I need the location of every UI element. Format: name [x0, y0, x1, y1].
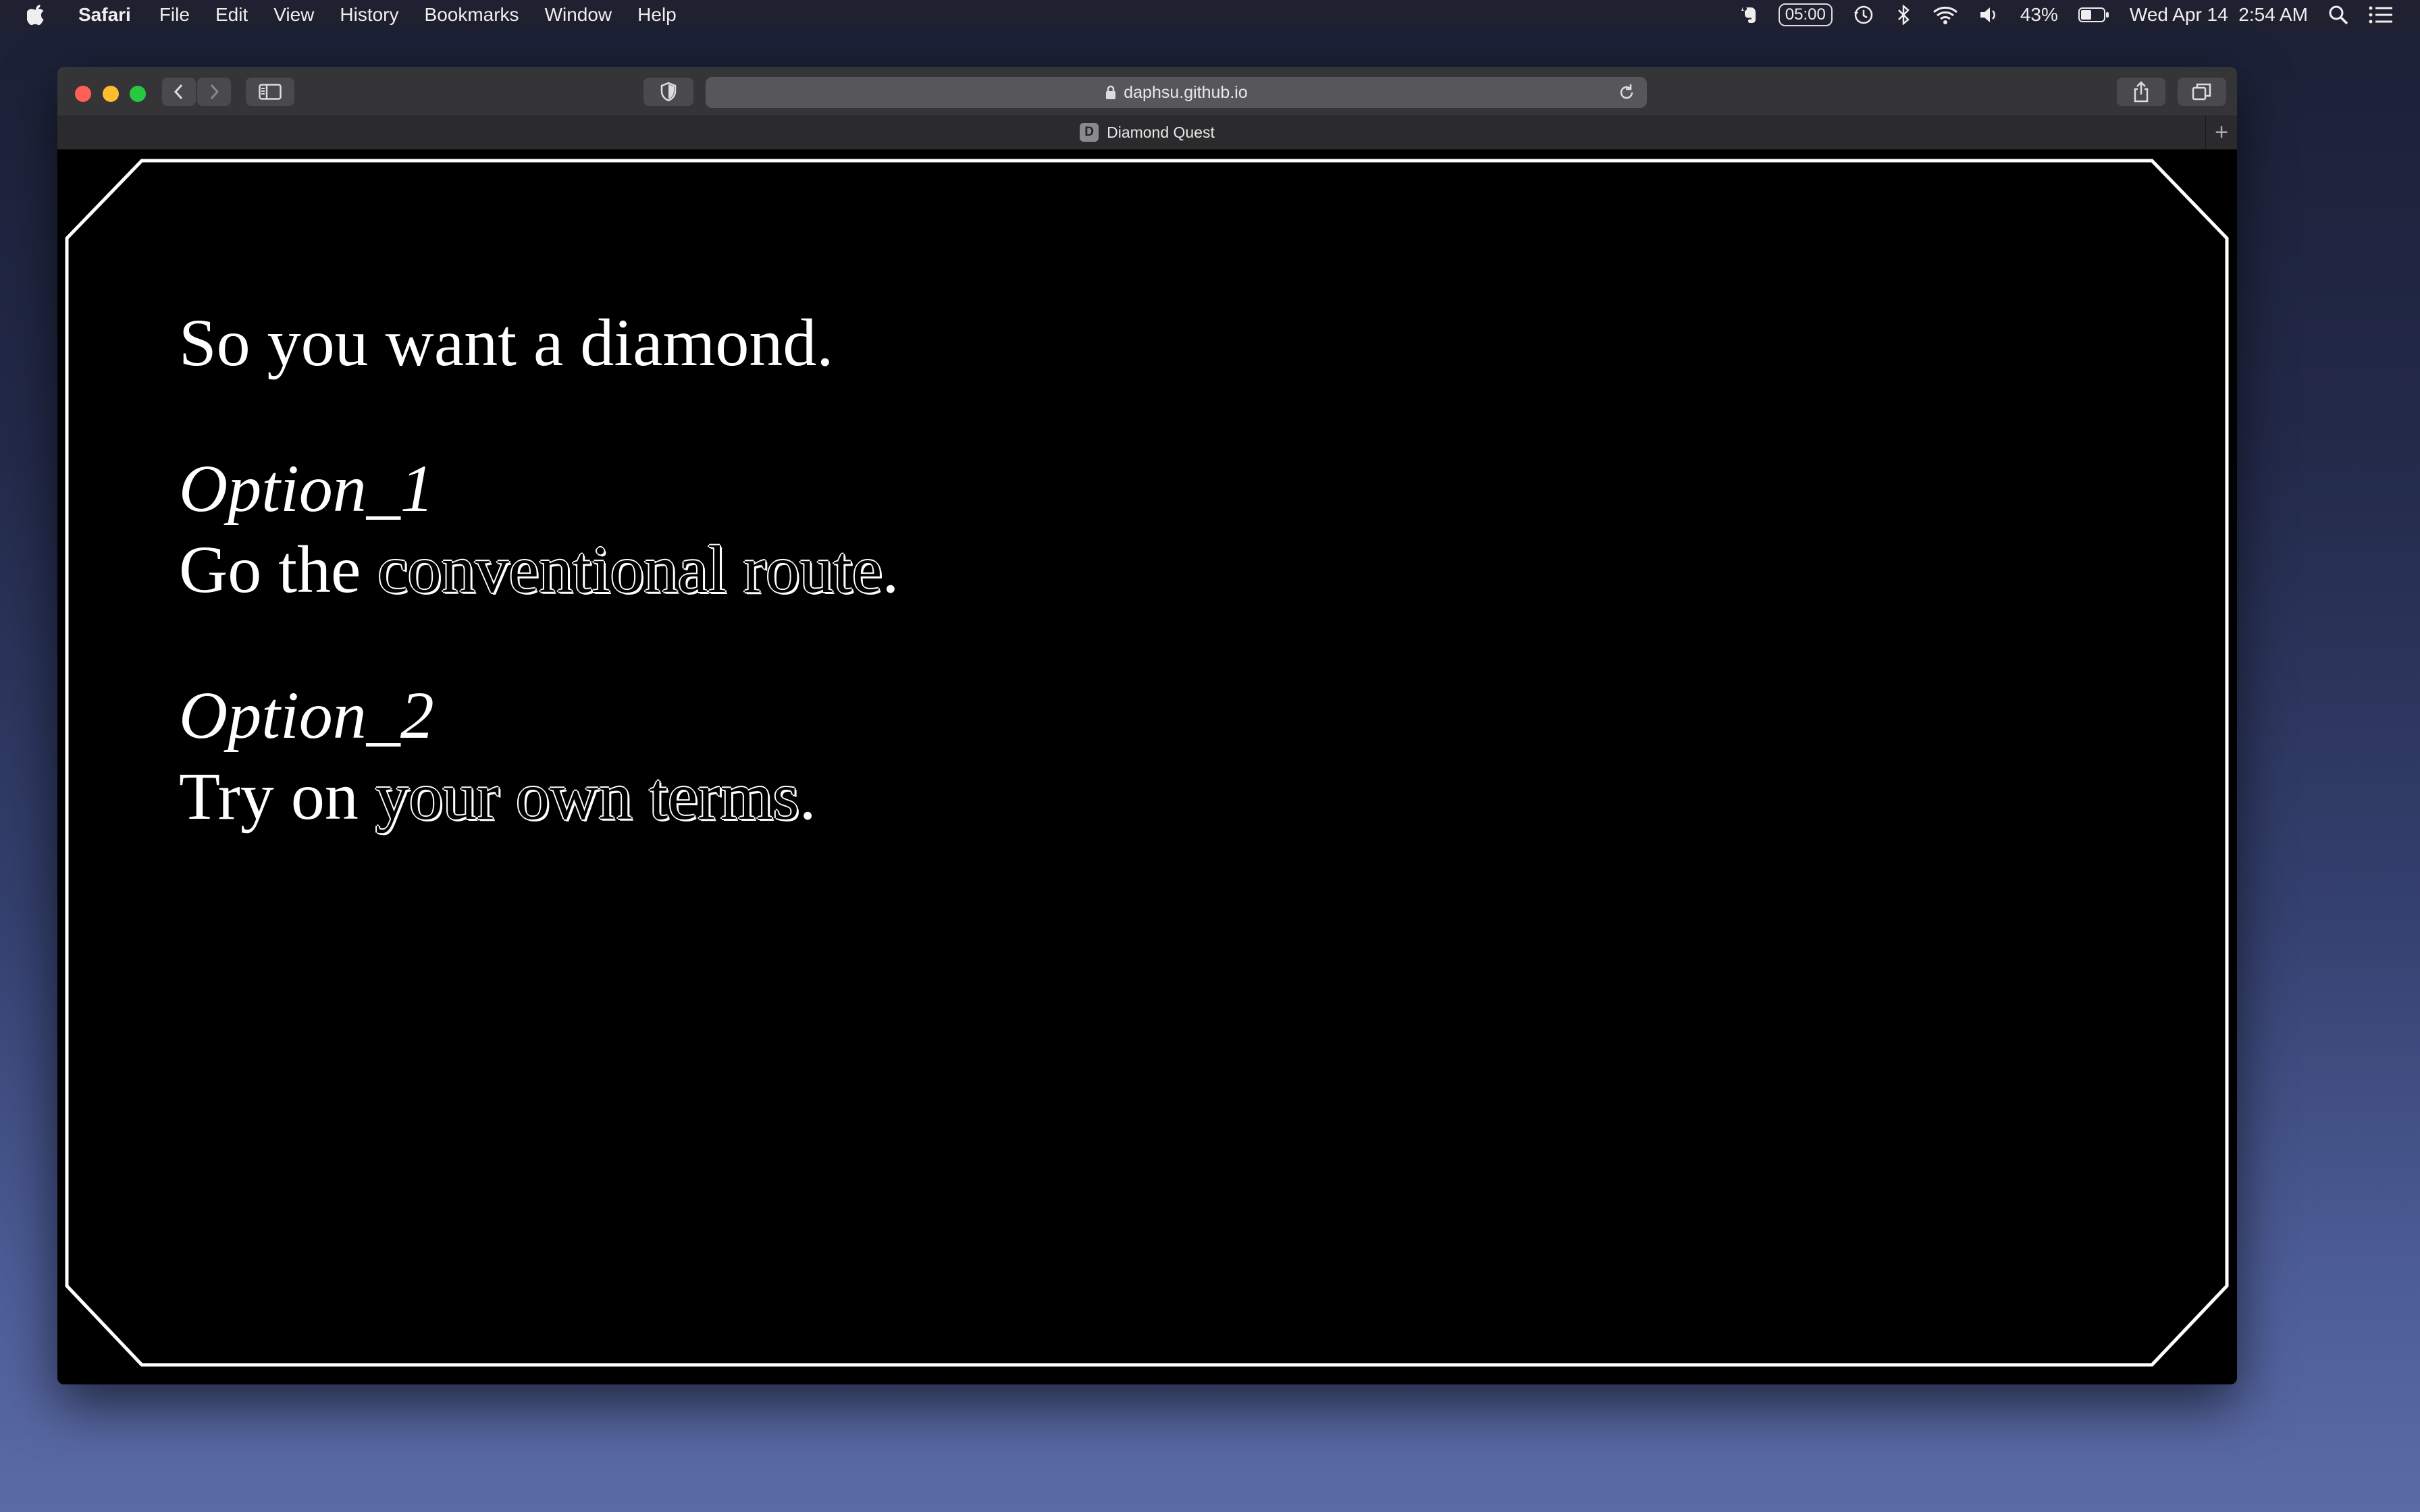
- chevron-right-icon: [210, 84, 219, 100]
- address-bar[interactable]: daphsu.github.io: [706, 77, 1647, 108]
- timer-display[interactable]: 05:00: [1778, 3, 1833, 26]
- option-2-suffix: .: [799, 759, 816, 834]
- lock-icon: [1106, 85, 1116, 99]
- tab-diamond-quest[interactable]: D Diamond Quest: [57, 115, 2237, 149]
- favicon-icon: D: [1080, 123, 1099, 142]
- minimize-window-button[interactable]: [103, 86, 119, 102]
- plus-icon: +: [2215, 119, 2228, 145]
- share-icon: [2134, 81, 2149, 103]
- option-2-prefix: Try on: [179, 759, 375, 834]
- story-text: So you want a diamond. Option_1 Go the c…: [179, 302, 899, 837]
- tab-title: Diamond Quest: [1107, 123, 1215, 141]
- bluetooth-icon[interactable]: [1895, 5, 1912, 25]
- option-1-suffix: .: [882, 532, 899, 607]
- menu-app-safari[interactable]: Safari: [78, 4, 131, 26]
- page-heading: So you want a diamond.: [179, 305, 834, 380]
- safari-window: daphsu.github.io D Diamond Quest + So yo…: [57, 67, 2237, 1384]
- menu-help[interactable]: Help: [637, 4, 677, 26]
- menu-bookmarks[interactable]: Bookmarks: [425, 4, 519, 26]
- option-2-line: Try on your own terms.: [179, 756, 899, 837]
- forward-button[interactable]: [197, 78, 231, 106]
- menu-view[interactable]: View: [273, 4, 314, 26]
- volume-icon[interactable]: [1978, 5, 2000, 25]
- zoom-window-button[interactable]: [130, 86, 146, 102]
- conventional-route-link[interactable]: conventional route: [377, 532, 882, 607]
- web-page: So you want a diamond. Option_1 Go the c…: [57, 150, 2237, 1384]
- menu-bar: Safari File Edit View History Bookmarks …: [0, 0, 2420, 30]
- reload-icon[interactable]: [1617, 83, 1636, 102]
- new-tab-button[interactable]: +: [2205, 115, 2237, 149]
- apple-icon[interactable]: [27, 4, 47, 26]
- own-terms-link[interactable]: your own terms: [375, 759, 799, 834]
- tab-overview-button[interactable]: [2178, 78, 2226, 106]
- menu-window[interactable]: Window: [545, 4, 612, 26]
- wifi-icon[interactable]: [1932, 5, 1958, 25]
- menu-edit[interactable]: Edit: [215, 4, 248, 26]
- sidebar-toggle-button[interactable]: [246, 78, 294, 106]
- battery-icon[interactable]: [2078, 7, 2109, 23]
- browser-toolbar: daphsu.github.io: [57, 67, 2237, 116]
- back-button[interactable]: [162, 78, 196, 106]
- option-1-line: Go the conventional route.: [179, 529, 899, 610]
- chevron-left-icon: [174, 84, 183, 100]
- option-1-prefix: Go the: [179, 532, 378, 607]
- url-text: daphsu.github.io: [1124, 82, 1248, 102]
- option-2-label: Option_2: [179, 678, 434, 753]
- evernote-icon[interactable]: [1738, 5, 1758, 25]
- close-window-button[interactable]: [75, 86, 91, 102]
- battery-percent: 43%: [2020, 4, 2058, 25]
- menu-file[interactable]: File: [159, 4, 190, 26]
- spotlight-search-icon[interactable]: [2328, 5, 2348, 25]
- share-button[interactable]: [2117, 78, 2165, 106]
- menu-history[interactable]: History: [340, 4, 398, 26]
- shield-icon: [660, 82, 677, 102]
- clock[interactable]: Wed Apr 14 2:54 AM: [2130, 4, 2308, 26]
- privacy-report-button[interactable]: [643, 78, 693, 106]
- tabs-overview-icon: [2192, 83, 2211, 101]
- tab-bar: D Diamond Quest +: [57, 115, 2237, 150]
- time-machine-icon[interactable]: [1853, 4, 1874, 26]
- sidebar-icon: [259, 84, 282, 100]
- notification-center-icon[interactable]: [2369, 5, 2393, 24]
- option-1-label: Option_1: [179, 451, 434, 526]
